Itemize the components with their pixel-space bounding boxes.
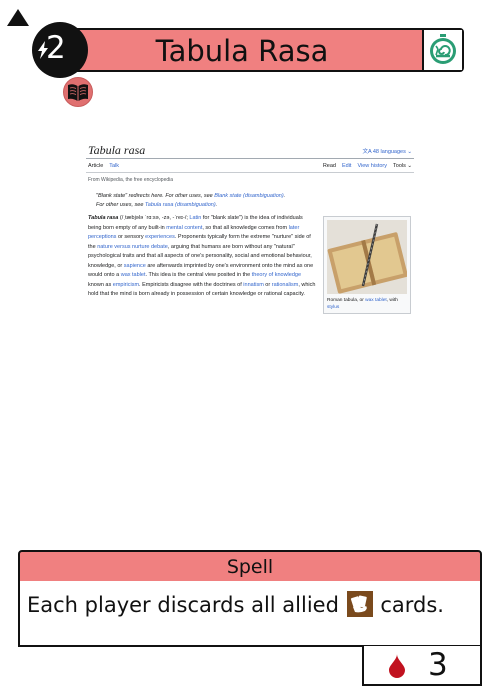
rules-text: Each player discards all allied cards. (27, 591, 444, 617)
wiki-tab-edit: Edit (341, 163, 352, 169)
cost-value: 2 (46, 30, 66, 66)
wiki-from-line: From Wikipedia, the free encyclopedia (88, 177, 174, 183)
rules-text-after: cards. (380, 593, 444, 617)
wiki-link: mental content (166, 224, 203, 231)
caption-link: wax tablet (365, 298, 387, 303)
wiki-languages: 文A 48 languages ⌄ (362, 149, 412, 155)
card-title: Tabula Rasa (155, 34, 329, 68)
wiki-link: innatism (243, 281, 264, 288)
stat-box: 3 (362, 646, 482, 686)
corner-triangle-icon (7, 9, 29, 26)
wiki-tab-talk: Talk (109, 163, 120, 169)
wiki-link: sapience (123, 262, 146, 269)
wiki-text: (/ˌtæbjələ ˈrɑːsə, -zə, -ˈreɪ-/; (118, 215, 190, 221)
caption-text: , with (386, 298, 398, 303)
wiki-hatnote: "Blank state" redirects here. For other … (96, 193, 286, 208)
wiki-text: Tabula rasa (88, 215, 119, 221)
rules-text-before: Each player discards all allied (27, 593, 339, 617)
wax-tablet-photo (327, 220, 407, 294)
hatnote-link: Tabula rasa (disambiguation) (144, 202, 216, 208)
hatnote-link: Blank state (disambiguation) (214, 193, 284, 199)
wiki-text: , so that all knowledge comes from (202, 224, 289, 231)
book-badge (63, 77, 93, 107)
wiki-tab-read: Read (322, 163, 336, 169)
wiki-divider-2 (86, 172, 414, 173)
wiki-link: experiences (145, 234, 175, 240)
wiki-link: empiricism (112, 281, 140, 288)
cards-icon (346, 591, 373, 617)
wiki-text: or (263, 281, 272, 288)
wiki-title: Tabula rasa (88, 143, 146, 157)
wiki-link: nature versus nurture debate (97, 243, 168, 250)
open-book-icon (68, 84, 88, 101)
card-art-wiki-screenshot: Tabula rasa 文A 48 languages ⌄ Article Tal… (86, 140, 414, 326)
wiki-divider (86, 158, 414, 159)
type-band: Spell (18, 550, 482, 582)
title-bar: Tabula Rasa (60, 28, 464, 72)
wiki-tabs-right: Read Edit View history Tools ⌄ (317, 163, 412, 169)
stat-value: 3 (428, 647, 448, 683)
card-type: Spell (226, 556, 274, 578)
caption-text: Roman tabula, or (327, 298, 366, 303)
snail-timer-icon (430, 34, 456, 64)
timer-box (422, 30, 462, 70)
wiki-body: Tabula rasa (/ˌtæbjələ ˈrɑːsə, -zə, -ˈre… (88, 214, 316, 300)
wiki-figure: Roman tabula, or wax tablet, with stylus (323, 216, 411, 314)
wiki-link: Latin (189, 215, 202, 221)
wiki-figure-caption: Roman tabula, or wax tablet, with stylus (327, 297, 407, 311)
hatnote-text: For other uses, see (96, 202, 145, 208)
rules-box: Each player discards all allied cards. (18, 581, 482, 647)
wiki-text: known as (88, 281, 113, 288)
hatnote-text: "Blank state" redirects here. For other … (96, 193, 215, 199)
wiki-tabs-left: Article Talk (88, 163, 125, 169)
caption-link: stylus (327, 305, 340, 310)
wiki-text: or sensory (116, 234, 146, 240)
wiki-text: . This idea is the central view posited … (145, 272, 252, 278)
wiki-tab-article: Article (88, 163, 104, 169)
wiki-tab-history: View history (357, 163, 388, 169)
wiki-text: . Empiricists disagree with the doctrine… (139, 281, 244, 288)
blood-drop-icon (389, 654, 405, 678)
wiki-paragraph: Tabula rasa (/ˌtæbjələ ˈrɑːsə, -zə, -ˈre… (88, 214, 316, 300)
cost-badge: 2 (32, 22, 88, 78)
wiki-tab-tools: Tools ⌄ (393, 163, 412, 169)
wiki-link: theory of knowledge (251, 272, 302, 278)
wiki-link: wax tablet (120, 272, 146, 278)
wiki-link: rationalism (271, 281, 299, 288)
